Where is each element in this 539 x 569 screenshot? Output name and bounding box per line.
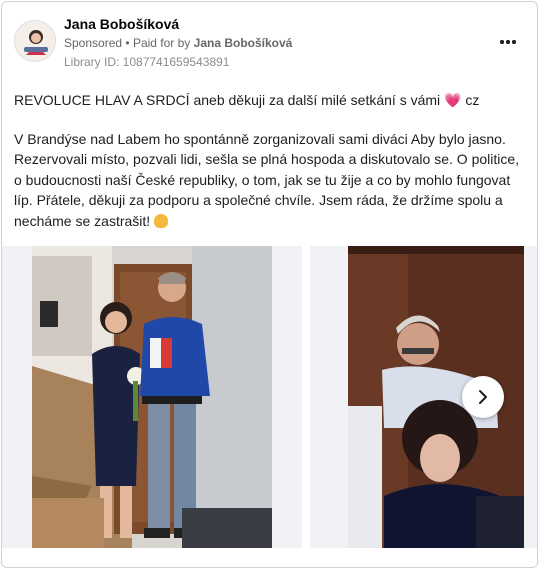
photo-1 [32,246,272,548]
sponsored-label[interactable]: Sponsored [64,36,122,50]
paid-for-label: Paid for by [132,36,191,50]
card-bottom [2,548,537,567]
more-dot [512,40,516,44]
paid-for-name[interactable]: Jana Bobošíková [194,36,293,50]
avatar-image [15,21,55,61]
headline-suffix: cz [465,92,480,108]
library-id: Library ID: 1087741659543891 [64,55,230,69]
separator: • [125,36,130,50]
flexed-biceps-emoji [154,213,169,228]
author-name[interactable]: Jana Bobošíková [64,16,179,32]
paragraph-text: V Brandýse nad Labem ho spontánně zorgan… [14,130,520,229]
post-text-paragraph: V Brandýse nad Labem ho spontánně zorgan… [14,129,530,232]
image-carousel [2,246,537,548]
more-horizontal-icon [500,40,504,44]
carousel-slide-1[interactable] [2,246,302,548]
headline-text: REVOLUCE HLAV A SRDCÍ aneb děkuji za dal… [14,92,441,108]
sponsored-line: Sponsored • Paid for by Jana Bobošíková [64,36,292,50]
ad-card: Jana Bobošíková Sponsored • Paid for by … [1,1,538,568]
post-body: REVOLUCE HLAV A SRDCÍ aneb děkuji za dal… [14,90,530,231]
author-avatar[interactable] [14,20,56,62]
post-header: Jana Bobošíková Sponsored • Paid for by … [2,2,537,80]
carousel-next-button[interactable] [462,376,504,418]
heart-emoji: 💗 [444,92,462,108]
chevron-right-icon [479,390,487,404]
post-text-line-1: REVOLUCE HLAV A SRDCÍ aneb děkuji za dal… [14,90,530,111]
more-dot [506,40,510,44]
more-options-button[interactable] [495,32,521,52]
